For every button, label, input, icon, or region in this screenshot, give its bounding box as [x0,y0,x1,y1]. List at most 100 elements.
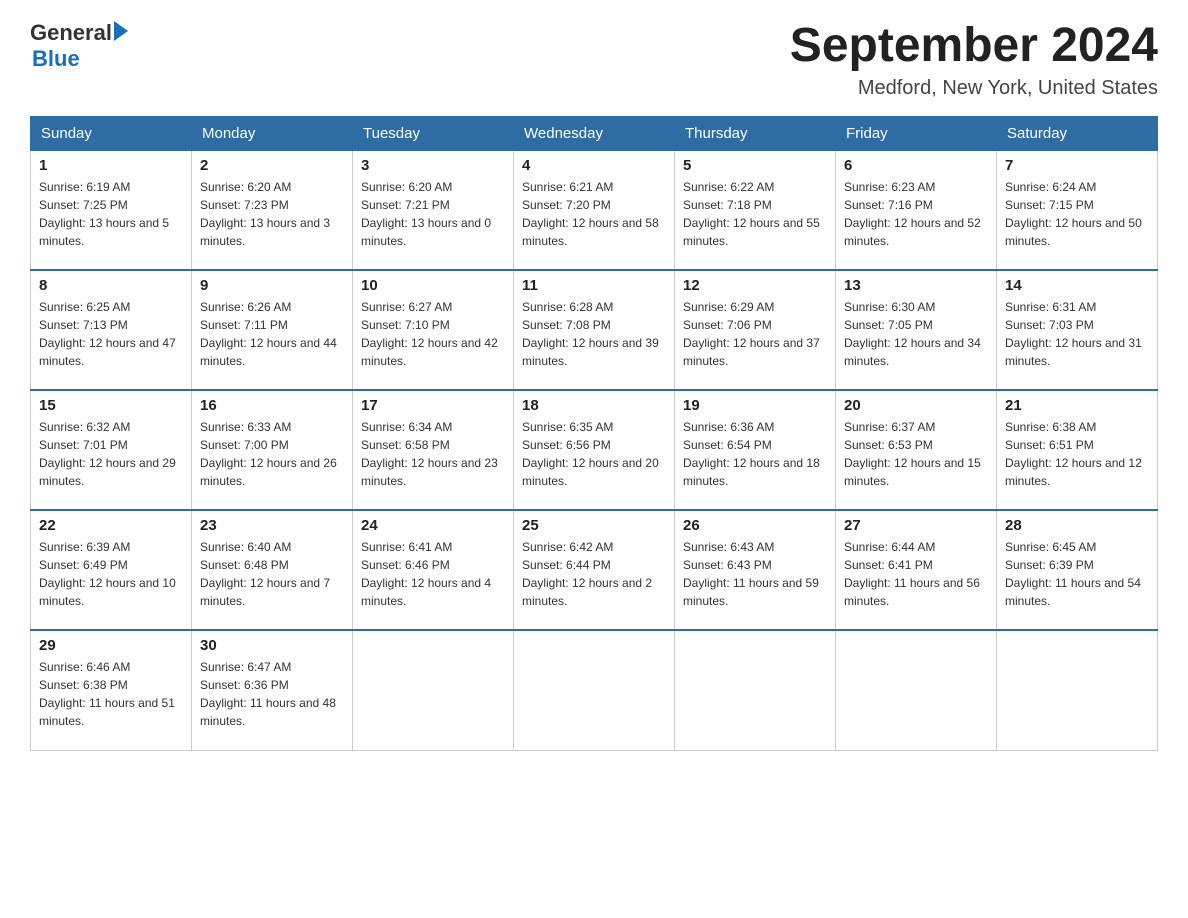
day-number: 6 [844,157,988,174]
day-info: Sunrise: 6:25 AMSunset: 7:13 PMDaylight:… [39,298,183,370]
day-info: Sunrise: 6:24 AMSunset: 7:15 PMDaylight:… [1005,178,1149,250]
day-number: 19 [683,397,827,414]
calendar-cell: 11 Sunrise: 6:28 AMSunset: 7:08 PMDayligh… [514,270,675,390]
day-info: Sunrise: 6:30 AMSunset: 7:05 PMDaylight:… [844,298,988,370]
day-number: 4 [522,157,666,174]
calendar-cell: 29 Sunrise: 6:46 AMSunset: 6:38 PMDayligh… [31,630,192,750]
calendar-cell [353,630,514,750]
day-info: Sunrise: 6:47 AMSunset: 6:36 PMDaylight:… [200,658,344,730]
logo-triangle-icon [114,21,128,41]
day-info: Sunrise: 6:19 AMSunset: 7:25 PMDaylight:… [39,178,183,250]
day-number: 20 [844,397,988,414]
day-number: 16 [200,397,344,414]
day-info: Sunrise: 6:23 AMSunset: 7:16 PMDaylight:… [844,178,988,250]
calendar-cell [514,630,675,750]
logo-blue-text: Blue [32,46,128,72]
calendar-cell: 26 Sunrise: 6:43 AMSunset: 6:43 PMDayligh… [675,510,836,630]
day-info: Sunrise: 6:41 AMSunset: 6:46 PMDaylight:… [361,538,505,610]
day-info: Sunrise: 6:45 AMSunset: 6:39 PMDaylight:… [1005,538,1149,610]
weekday-header-row: SundayMondayTuesdayWednesdayThursdayFrid… [31,116,1158,150]
page-header: General Blue September 2024 Medford, New… [30,20,1158,100]
calendar-cell: 27 Sunrise: 6:44 AMSunset: 6:41 PMDayligh… [836,510,997,630]
weekday-header-friday: Friday [836,116,997,150]
day-info: Sunrise: 6:43 AMSunset: 6:43 PMDaylight:… [683,538,827,610]
calendar-cell: 23Sunrise: 6:40 AMSunset: 6:48 PMDayligh… [192,510,353,630]
calendar-cell: 16 Sunrise: 6:33 AMSunset: 7:00 PMDayligh… [192,390,353,510]
week-row-3: 15Sunrise: 6:32 AMSunset: 7:01 PMDayligh… [31,390,1158,510]
day-info: Sunrise: 6:46 AMSunset: 6:38 PMDaylight:… [39,658,183,730]
day-number: 21 [1005,397,1149,414]
day-number: 2 [200,157,344,174]
calendar-table: SundayMondayTuesdayWednesdayThursdayFrid… [30,116,1158,751]
day-info: Sunrise: 6:20 AMSunset: 7:21 PMDaylight:… [361,178,505,250]
day-info: Sunrise: 6:27 AMSunset: 7:10 PMDaylight:… [361,298,505,370]
calendar-cell: 1 Sunrise: 6:19 AMSunset: 7:25 PMDaylight… [31,150,192,270]
calendar-cell: 17 Sunrise: 6:34 AMSunset: 6:58 PMDayligh… [353,390,514,510]
calendar-cell: 20 Sunrise: 6:37 AMSunset: 6:53 PMDayligh… [836,390,997,510]
day-number: 3 [361,157,505,174]
calendar-cell: 15Sunrise: 6:32 AMSunset: 7:01 PMDayligh… [31,390,192,510]
calendar-cell: 9Sunrise: 6:26 AMSunset: 7:11 PMDaylight… [192,270,353,390]
calendar-cell: 12Sunrise: 6:29 AMSunset: 7:06 PMDayligh… [675,270,836,390]
day-info: Sunrise: 6:38 AMSunset: 6:51 PMDaylight:… [1005,418,1149,490]
day-info: Sunrise: 6:22 AMSunset: 7:18 PMDaylight:… [683,178,827,250]
day-number: 7 [1005,157,1149,174]
calendar-cell: 3 Sunrise: 6:20 AMSunset: 7:21 PMDaylight… [353,150,514,270]
day-info: Sunrise: 6:44 AMSunset: 6:41 PMDaylight:… [844,538,988,610]
weekday-header-saturday: Saturday [997,116,1158,150]
day-number: 27 [844,517,988,534]
logo: General Blue [30,20,128,72]
day-number: 24 [361,517,505,534]
day-info: Sunrise: 6:39 AMSunset: 6:49 PMDaylight:… [39,538,183,610]
location-title: Medford, New York, United States [790,77,1158,100]
month-title: September 2024 [790,20,1158,73]
day-number: 30 [200,637,344,654]
day-number: 29 [39,637,183,654]
weekday-header-thursday: Thursday [675,116,836,150]
day-info: Sunrise: 6:26 AMSunset: 7:11 PMDaylight:… [200,298,344,370]
day-info: Sunrise: 6:33 AMSunset: 7:00 PMDaylight:… [200,418,344,490]
calendar-cell: 28 Sunrise: 6:45 AMSunset: 6:39 PMDayligh… [997,510,1158,630]
calendar-cell: 8 Sunrise: 6:25 AMSunset: 7:13 PMDaylight… [31,270,192,390]
day-number: 11 [522,277,666,294]
day-number: 17 [361,397,505,414]
weekday-header-wednesday: Wednesday [514,116,675,150]
calendar-cell [675,630,836,750]
day-number: 22 [39,517,183,534]
calendar-cell: 6 Sunrise: 6:23 AMSunset: 7:16 PMDaylight… [836,150,997,270]
weekday-header-monday: Monday [192,116,353,150]
day-number: 14 [1005,277,1149,294]
day-number: 23 [200,517,344,534]
weekday-header-tuesday: Tuesday [353,116,514,150]
calendar-cell: 10 Sunrise: 6:27 AMSunset: 7:10 PMDayligh… [353,270,514,390]
week-row-4: 22 Sunrise: 6:39 AMSunset: 6:49 PMDayligh… [31,510,1158,630]
day-number: 28 [1005,517,1149,534]
day-number: 8 [39,277,183,294]
day-number: 10 [361,277,505,294]
day-info: Sunrise: 6:35 AMSunset: 6:56 PMDaylight:… [522,418,666,490]
day-info: Sunrise: 6:20 AMSunset: 7:23 PMDaylight:… [200,178,344,250]
logo-general-text: General [30,20,112,46]
calendar-cell: 5Sunrise: 6:22 AMSunset: 7:18 PMDaylight… [675,150,836,270]
calendar-cell: 7 Sunrise: 6:24 AMSunset: 7:15 PMDaylight… [997,150,1158,270]
calendar-cell: 2 Sunrise: 6:20 AMSunset: 7:23 PMDaylight… [192,150,353,270]
day-number: 18 [522,397,666,414]
calendar-cell: 21 Sunrise: 6:38 AMSunset: 6:51 PMDayligh… [997,390,1158,510]
day-number: 15 [39,397,183,414]
day-number: 1 [39,157,183,174]
week-row-1: 1 Sunrise: 6:19 AMSunset: 7:25 PMDaylight… [31,150,1158,270]
day-number: 26 [683,517,827,534]
calendar-cell: 24 Sunrise: 6:41 AMSunset: 6:46 PMDayligh… [353,510,514,630]
day-info: Sunrise: 6:29 AMSunset: 7:06 PMDaylight:… [683,298,827,370]
day-info: Sunrise: 6:28 AMSunset: 7:08 PMDaylight:… [522,298,666,370]
calendar-cell: 19 Sunrise: 6:36 AMSunset: 6:54 PMDayligh… [675,390,836,510]
day-info: Sunrise: 6:36 AMSunset: 6:54 PMDaylight:… [683,418,827,490]
day-info: Sunrise: 6:42 AMSunset: 6:44 PMDaylight:… [522,538,666,610]
weekday-header-sunday: Sunday [31,116,192,150]
calendar-cell: 13 Sunrise: 6:30 AMSunset: 7:05 PMDayligh… [836,270,997,390]
day-info: Sunrise: 6:34 AMSunset: 6:58 PMDaylight:… [361,418,505,490]
calendar-cell: 14Sunrise: 6:31 AMSunset: 7:03 PMDayligh… [997,270,1158,390]
calendar-cell: 4Sunrise: 6:21 AMSunset: 7:20 PMDaylight… [514,150,675,270]
day-number: 13 [844,277,988,294]
day-info: Sunrise: 6:37 AMSunset: 6:53 PMDaylight:… [844,418,988,490]
